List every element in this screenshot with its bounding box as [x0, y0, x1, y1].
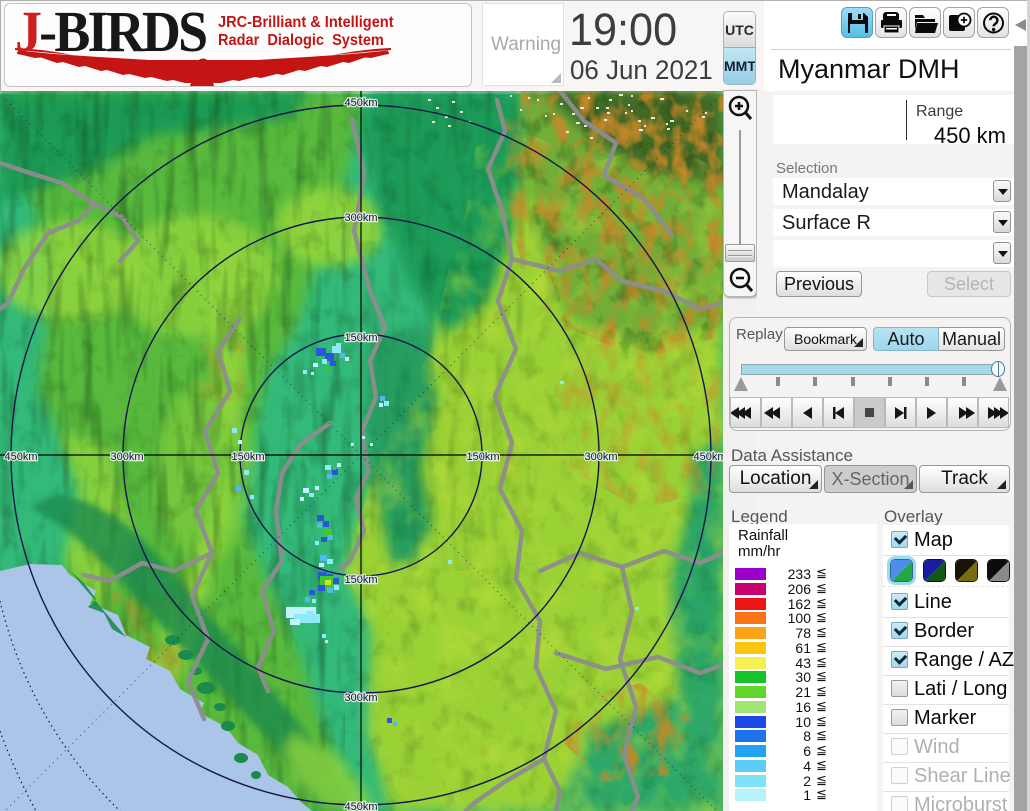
svg-text:300km: 300km — [344, 212, 377, 224]
svg-text:300km: 300km — [110, 451, 143, 463]
svg-text:450km: 450km — [344, 801, 377, 811]
svg-text:150km: 150km — [231, 451, 264, 463]
svg-text:450km: 450km — [693, 451, 723, 463]
svg-text:150km: 150km — [344, 332, 377, 344]
svg-text:150km: 150km — [466, 451, 499, 463]
svg-text:300km: 300km — [344, 692, 377, 704]
svg-text:150km: 150km — [344, 574, 377, 586]
svg-text:450km: 450km — [4, 451, 37, 463]
svg-text:300km: 300km — [584, 451, 617, 463]
svg-text:450km: 450km — [344, 97, 377, 109]
